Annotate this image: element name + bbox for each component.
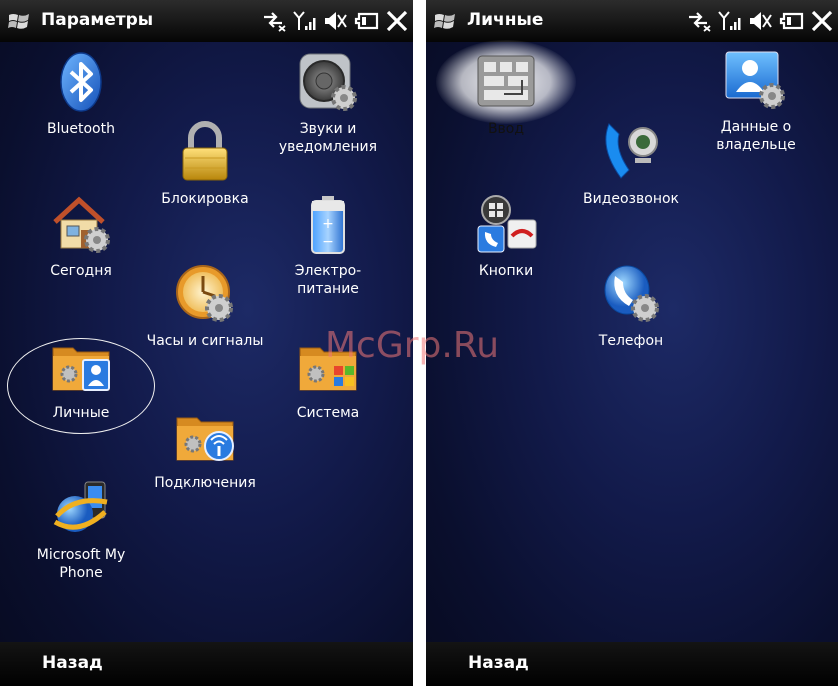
clock-gear-icon — [176, 265, 233, 322]
status-icons — [686, 8, 834, 34]
item-label: Видеозвонок — [583, 191, 679, 207]
folder-person-icon — [52, 347, 110, 391]
personal-item[interactable]: Личные — [16, 334, 146, 422]
folder-wireless-icon — [176, 417, 234, 461]
clock-alarms-item[interactable]: Часы и сигналы — [140, 262, 270, 350]
item-label: Подключения — [154, 475, 256, 491]
video-call-icon — [605, 123, 658, 179]
soft-key-bar: Назад — [0, 642, 413, 686]
page-title: Параметры — [41, 10, 154, 30]
title-bar: Личные — [426, 0, 838, 42]
close-icon[interactable] — [810, 9, 834, 33]
sounds-notifications-item[interactable]: Звуки и уведомления — [263, 50, 393, 156]
windows-start-icon[interactable] — [434, 11, 456, 31]
item-label: Электро- питание — [294, 263, 362, 297]
video-call-item[interactable]: Видеозвонок — [566, 120, 696, 208]
input-item[interactable]: Ввод — [441, 50, 571, 138]
item-label: Ввод — [487, 121, 525, 137]
signal-icon[interactable] — [718, 10, 742, 32]
page-title: Личные — [467, 10, 544, 30]
connections-item[interactable]: Подключения — [140, 404, 270, 492]
globe-phone-icon — [53, 481, 108, 532]
svg-text:+: + — [322, 216, 334, 232]
volume-muted-icon[interactable] — [323, 10, 347, 32]
item-label: Кнопки — [478, 263, 534, 279]
bluetooth-item[interactable]: Bluetooth — [16, 50, 146, 138]
microsoft-my-phone-item[interactable]: Microsoft My Phone — [16, 476, 146, 582]
folder-windows-icon — [299, 347, 357, 391]
power-item[interactable]: + − Электро- питание — [263, 192, 393, 298]
item-label: Данные о владельце — [716, 119, 796, 153]
speaker-gear-icon — [299, 53, 357, 111]
phone-item[interactable]: Телефон — [566, 262, 696, 350]
signal-icon[interactable] — [293, 10, 317, 32]
back-softkey[interactable]: Назад — [42, 653, 103, 673]
battery-status-icon[interactable] — [778, 10, 804, 32]
item-label: Часы и сигналы — [146, 333, 264, 349]
close-icon[interactable] — [385, 9, 409, 33]
personal-screen: Личные Ввод Данные о владельце Видеозвон… — [426, 0, 838, 686]
battery-status-icon[interactable] — [353, 10, 379, 32]
windows-start-icon[interactable] — [8, 11, 30, 31]
item-label: Телефон — [598, 333, 664, 349]
settings-screen: Параметры Bluetooth Звуки и уведомления … — [0, 0, 413, 686]
phone-gear-icon — [604, 265, 659, 322]
padlock-icon — [182, 121, 228, 181]
volume-muted-icon[interactable] — [748, 10, 772, 32]
status-icons — [261, 8, 409, 34]
item-label: Личные — [52, 405, 110, 421]
item-label: Microsoft My Phone — [36, 547, 126, 581]
system-item[interactable]: Система — [263, 334, 393, 422]
bluetooth-icon — [60, 52, 102, 112]
item-label: Bluetooth — [47, 121, 115, 137]
buttons-icon — [477, 195, 537, 253]
soft-key-bar: Назад — [426, 642, 838, 686]
item-label: Система — [296, 405, 360, 421]
battery-icon: + − — [311, 196, 345, 254]
title-bar: Параметры — [0, 0, 413, 42]
lock-item[interactable]: Блокировка — [140, 120, 270, 208]
contact-card-gear-icon — [725, 51, 785, 109]
back-softkey[interactable]: Назад — [468, 653, 529, 673]
item-label: Блокировка — [161, 191, 249, 207]
keyboard-icon — [477, 55, 535, 107]
buttons-item[interactable]: Кнопки — [441, 192, 571, 280]
house-gear-icon — [53, 196, 110, 253]
today-item[interactable]: Сегодня — [16, 192, 146, 280]
connectivity-icon[interactable] — [261, 10, 287, 32]
connectivity-icon[interactable] — [686, 10, 712, 32]
owner-info-item[interactable]: Данные о владельце — [691, 48, 821, 154]
item-label: Сегодня — [50, 263, 112, 279]
item-label: Звуки и уведомления — [278, 121, 378, 155]
svg-text:−: − — [322, 234, 334, 250]
